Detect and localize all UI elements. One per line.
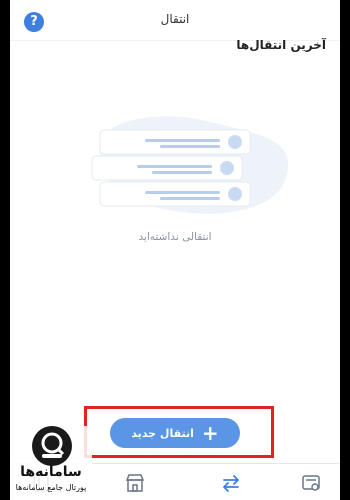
new-transfer-label: انتقال جدید xyxy=(131,426,194,440)
nav-store[interactable] xyxy=(124,472,146,494)
watermark-name: سامانه‌ها xyxy=(20,464,82,480)
store-icon xyxy=(124,472,146,494)
new-transfer-button[interactable]: + انتقال جدید xyxy=(110,418,240,448)
empty-state-illustration xyxy=(70,110,300,220)
transfer-arrows-icon xyxy=(220,472,242,494)
watermark-logo xyxy=(32,426,72,466)
nav-transactions[interactable] xyxy=(300,472,322,494)
plus-icon: + xyxy=(201,421,219,445)
transactions-icon xyxy=(300,472,322,494)
page-title: انتقال xyxy=(160,12,190,26)
watermark: سامانه‌ها پورتال جامع سامانه‌ها xyxy=(10,426,92,500)
empty-state-message: انتقالی نداشته‌اید xyxy=(138,231,212,243)
app-header: ? انتقال xyxy=(10,0,340,41)
app-screen: ? انتقال آخرین انتقال‌ها انتقالی نداشته‌… xyxy=(10,0,340,500)
watermark-subtitle: پورتال جامع سامانه‌ها xyxy=(15,483,87,492)
nav-transfer[interactable] xyxy=(220,472,242,494)
recent-transfers-title: آخرین انتقال‌ها xyxy=(236,38,326,52)
